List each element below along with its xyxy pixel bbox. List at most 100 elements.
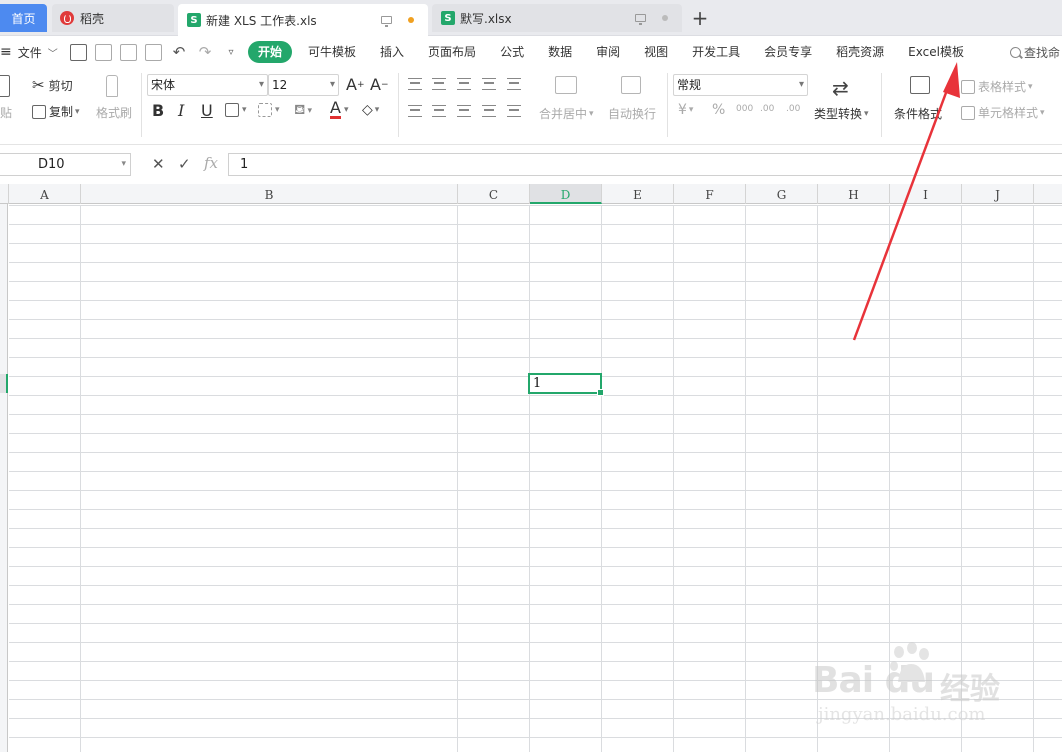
paste-label[interactable]: 贴 bbox=[0, 104, 12, 121]
type-convert-button[interactable]: 类型转换 ▾ bbox=[814, 105, 869, 122]
tab-daoke[interactable]: 稻壳 bbox=[52, 4, 174, 32]
unsaved-dot-icon[interactable] bbox=[408, 17, 414, 23]
merge-center-button[interactable]: 合并居中 ▾ bbox=[539, 105, 594, 122]
eraser-icon: ◇ bbox=[362, 102, 373, 118]
align-middle-icon[interactable] bbox=[432, 78, 446, 90]
close-dot-icon[interactable] bbox=[662, 15, 668, 21]
chevron-down-icon: ▾ bbox=[275, 105, 280, 115]
cell-border-style-button[interactable]: ▾ bbox=[258, 103, 280, 117]
conditional-format-label[interactable]: 条件格式 bbox=[894, 105, 942, 122]
indent-increase-icon[interactable] bbox=[507, 78, 521, 90]
column-header-h[interactable]: H bbox=[818, 184, 890, 204]
column-header-j[interactable]: J bbox=[962, 184, 1034, 204]
confirm-icon[interactable]: ✓ bbox=[178, 155, 191, 173]
menu-tab-data[interactable]: 数据 bbox=[536, 41, 584, 63]
conditional-format-icon[interactable] bbox=[910, 76, 930, 94]
copy-button[interactable]: 复制 ▾ bbox=[32, 103, 80, 120]
merge-center-icon[interactable] bbox=[555, 76, 577, 94]
cancel-icon[interactable]: ✕ bbox=[152, 155, 165, 173]
border-button[interactable]: ▾ bbox=[225, 103, 247, 117]
cut-button[interactable]: ✂ 剪切 bbox=[32, 76, 73, 94]
distributed-align-icon[interactable] bbox=[507, 105, 521, 117]
print-icon[interactable] bbox=[120, 43, 137, 61]
table-style-button[interactable]: 表格样式 ▾ bbox=[961, 78, 1033, 95]
gridline bbox=[745, 205, 746, 752]
tab-new-workbook[interactable]: S 新建 XLS 工作表.xls bbox=[178, 4, 428, 36]
percent-button[interactable]: % bbox=[712, 102, 725, 118]
formula-input[interactable]: 1 bbox=[228, 153, 1062, 176]
indent-decrease-icon[interactable] bbox=[482, 78, 496, 90]
font-color-button[interactable]: A ▾ bbox=[330, 100, 348, 119]
row-header-column[interactable] bbox=[0, 204, 8, 752]
save-icon[interactable] bbox=[70, 43, 87, 61]
active-cell-d10[interactable]: 1 bbox=[528, 373, 604, 396]
font-size-select[interactable]: 12 bbox=[268, 74, 339, 96]
format-painter-label[interactable]: 格式刷 bbox=[96, 104, 132, 121]
align-bottom-icon[interactable] bbox=[457, 78, 471, 90]
name-box[interactable]: D10 bbox=[0, 153, 131, 176]
menu-tab-start[interactable]: 开始 bbox=[248, 41, 293, 63]
column-header-g[interactable]: G bbox=[746, 184, 818, 204]
print-preview-icon[interactable] bbox=[145, 43, 162, 61]
menu-tab-view[interactable]: 视图 bbox=[632, 41, 680, 63]
menu-tab-member[interactable]: 会员专享 bbox=[752, 41, 824, 63]
column-header-e[interactable]: E bbox=[602, 184, 674, 204]
align-center-icon[interactable] bbox=[432, 105, 446, 117]
fill-color-button[interactable]: ⛾ ▾ bbox=[294, 102, 312, 120]
column-header-a[interactable]: A bbox=[9, 184, 81, 204]
chevron-down-icon[interactable]: ▿ bbox=[222, 44, 240, 61]
monitor-icon[interactable] bbox=[635, 14, 646, 25]
cell-style-button[interactable]: 单元格样式 ▾ bbox=[961, 104, 1045, 121]
export-icon[interactable] bbox=[95, 43, 112, 61]
column-header-b[interactable]: B bbox=[81, 184, 458, 204]
column-header-d[interactable]: D bbox=[530, 184, 602, 204]
column-header-c[interactable]: C bbox=[458, 184, 530, 204]
new-tab-plus-icon[interactable]: + bbox=[690, 6, 710, 30]
menu-tab-keniu[interactable]: 可牛模板 bbox=[296, 41, 368, 63]
number-format-select[interactable]: 常规 bbox=[673, 74, 808, 96]
underline-button[interactable]: U bbox=[201, 101, 213, 120]
increase-font-icon[interactable]: A + bbox=[346, 75, 365, 94]
cut-label: 剪切 bbox=[48, 78, 73, 93]
menu-tab-review[interactable]: 审阅 bbox=[584, 41, 632, 63]
currency-button[interactable]: ¥ ▾ bbox=[678, 102, 693, 118]
clear-button[interactable]: ◇ ▾ bbox=[362, 102, 379, 118]
menu-tab-developer[interactable]: 开发工具 bbox=[680, 41, 752, 63]
column-header-f[interactable]: F bbox=[674, 184, 746, 204]
font-name-select[interactable]: 宋体 bbox=[147, 74, 268, 96]
file-menu-label: 文件 bbox=[17, 45, 42, 60]
italic-button[interactable]: I bbox=[178, 101, 184, 120]
align-top-icon[interactable] bbox=[408, 78, 422, 90]
format-painter-icon[interactable] bbox=[106, 75, 118, 97]
menu-tab-daoke-resources[interactable]: 稻壳资源 bbox=[824, 41, 896, 63]
menu-tab-insert[interactable]: 插入 bbox=[368, 41, 416, 63]
wrap-text-label[interactable]: 自动换行 bbox=[608, 105, 656, 122]
search-command[interactable]: 查找命 bbox=[1010, 37, 1060, 67]
menu-tab-page-layout[interactable]: 页面布局 bbox=[416, 41, 488, 63]
menu-tab-formula[interactable]: 公式 bbox=[488, 41, 536, 63]
wrap-text-icon[interactable] bbox=[621, 76, 641, 94]
align-right-icon[interactable] bbox=[457, 105, 471, 117]
paste-icon[interactable] bbox=[0, 75, 10, 97]
insert-function-icon[interactable]: fx bbox=[204, 154, 218, 172]
increase-decimal-button[interactable]: .00 bbox=[760, 104, 774, 114]
tab-home[interactable]: 首页 bbox=[0, 4, 47, 32]
select-all-corner[interactable] bbox=[0, 184, 9, 204]
decrease-decimal-button[interactable]: .00 bbox=[786, 104, 800, 114]
bold-button[interactable]: B bbox=[152, 101, 164, 120]
undo-icon[interactable]: ↶ bbox=[170, 43, 188, 61]
convert-icon[interactable]: ⇄ bbox=[832, 76, 849, 100]
watermark-url: jingyan.baidu.com bbox=[818, 704, 986, 725]
monitor-icon[interactable] bbox=[381, 16, 392, 27]
tab-moxie[interactable]: S 默写.xlsx bbox=[432, 4, 682, 32]
file-menu[interactable]: ≡ 文件 ﹀ bbox=[0, 37, 58, 67]
row-header-selected[interactable] bbox=[0, 374, 8, 393]
align-left-icon[interactable] bbox=[408, 105, 422, 117]
menu-tab-excel-templates[interactable]: Excel模板 bbox=[896, 41, 976, 63]
thousands-separator-button[interactable]: 000 bbox=[736, 104, 753, 114]
decrease-font-icon[interactable]: A − bbox=[370, 75, 389, 94]
align-justify-icon[interactable] bbox=[482, 105, 496, 117]
menu-bar: ≡ 文件 ﹀ ↶ ↷ ▿ 开始 可牛模板 插入 页面布局 公式 数据 审阅 视图… bbox=[0, 37, 1062, 67]
column-header-i[interactable]: I bbox=[890, 184, 962, 204]
redo-icon[interactable]: ↷ bbox=[196, 43, 214, 61]
